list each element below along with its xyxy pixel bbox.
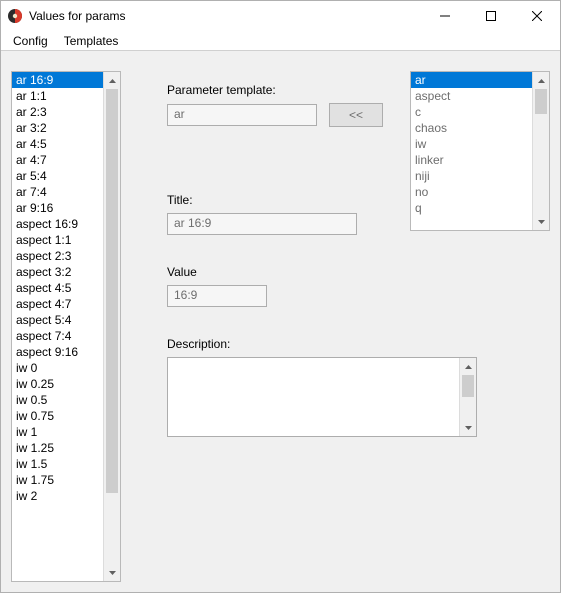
move-left-button[interactable]: << <box>329 103 383 127</box>
menubar: Config Templates <box>1 31 560 51</box>
list-item[interactable]: q <box>411 200 532 216</box>
list-item[interactable]: ar 16:9 <box>12 72 103 88</box>
list-item[interactable]: ar 1:1 <box>12 88 103 104</box>
scroll-up-icon[interactable] <box>533 72 549 89</box>
list-item[interactable]: aspect 9:16 <box>12 344 103 360</box>
minimize-button[interactable] <box>422 1 468 31</box>
list-item[interactable]: ar 3:2 <box>12 120 103 136</box>
window-title: Values for params <box>29 9 422 23</box>
list-item[interactable]: ar 2:3 <box>12 104 103 120</box>
list-item[interactable]: iw 0 <box>12 360 103 376</box>
maximize-button[interactable] <box>468 1 514 31</box>
list-item[interactable]: ar 9:16 <box>12 200 103 216</box>
list-item[interactable]: iw 1 <box>12 424 103 440</box>
list-item[interactable]: aspect 2:3 <box>12 248 103 264</box>
description-scrollbar[interactable] <box>459 358 476 436</box>
scroll-down-icon[interactable] <box>460 419 476 436</box>
list-item[interactable]: iw 2 <box>12 488 103 504</box>
list-item[interactable]: chaos <box>411 120 532 136</box>
list-item[interactable]: ar <box>411 72 532 88</box>
description-label: Description: <box>167 337 550 351</box>
value-input[interactable]: 16:9 <box>167 285 267 307</box>
list-item[interactable]: ar 4:5 <box>12 136 103 152</box>
scroll-track[interactable] <box>533 89 549 213</box>
list-item[interactable]: iw 0.25 <box>12 376 103 392</box>
template-listbox[interactable]: araspectcchaosiwlinkernijinoq <box>410 71 550 231</box>
list-item[interactable]: linker <box>411 152 532 168</box>
list-item[interactable]: aspect 16:9 <box>12 216 103 232</box>
window-buttons <box>422 1 560 31</box>
app-icon <box>7 8 23 24</box>
form-area: araspectcchaosiwlinkernijinoq Parameter … <box>137 71 550 582</box>
menu-config[interactable]: Config <box>7 32 54 50</box>
client-area: ar 16:9ar 1:1ar 2:3ar 3:2ar 4:5ar 4:7ar … <box>1 51 560 592</box>
list-item[interactable]: ar 5:4 <box>12 168 103 184</box>
list-item[interactable]: aspect 7:4 <box>12 328 103 344</box>
list-item[interactable]: iw 1.25 <box>12 440 103 456</box>
left-listbox[interactable]: ar 16:9ar 1:1ar 2:3ar 3:2ar 4:5ar 4:7ar … <box>11 71 121 582</box>
value-label: Value <box>167 265 550 279</box>
param-template-input[interactable]: ar <box>167 104 317 126</box>
description-textarea[interactable] <box>167 357 477 437</box>
left-scrollbar[interactable] <box>103 72 120 581</box>
title-input[interactable]: ar 16:9 <box>167 213 357 235</box>
list-item[interactable]: aspect 3:2 <box>12 264 103 280</box>
list-item[interactable]: iw <box>411 136 532 152</box>
scroll-thumb[interactable] <box>462 375 474 397</box>
scroll-track[interactable] <box>104 89 120 564</box>
template-scrollbar[interactable] <box>532 72 549 230</box>
list-item[interactable]: no <box>411 184 532 200</box>
app-window: Values for params Config Templates ar 16… <box>0 0 561 593</box>
list-item[interactable]: niji <box>411 168 532 184</box>
list-item[interactable]: aspect 4:7 <box>12 296 103 312</box>
list-item[interactable]: c <box>411 104 532 120</box>
list-item[interactable]: iw 1.75 <box>12 472 103 488</box>
list-item[interactable]: aspect 1:1 <box>12 232 103 248</box>
list-item[interactable]: iw 0.5 <box>12 392 103 408</box>
description-content <box>168 358 459 436</box>
list-item[interactable]: aspect <box>411 88 532 104</box>
menu-templates[interactable]: Templates <box>58 32 125 50</box>
list-item[interactable]: aspect 4:5 <box>12 280 103 296</box>
scroll-thumb[interactable] <box>106 89 118 493</box>
list-item[interactable]: aspect 5:4 <box>12 312 103 328</box>
scroll-thumb[interactable] <box>535 89 547 114</box>
list-item[interactable]: iw 1.5 <box>12 456 103 472</box>
close-button[interactable] <box>514 1 560 31</box>
scroll-down-icon[interactable] <box>533 213 549 230</box>
list-item[interactable]: ar 7:4 <box>12 184 103 200</box>
list-item[interactable]: iw 0.75 <box>12 408 103 424</box>
scroll-track[interactable] <box>460 375 476 419</box>
scroll-up-icon[interactable] <box>104 72 120 89</box>
titlebar: Values for params <box>1 1 560 31</box>
scroll-up-icon[interactable] <box>460 358 476 375</box>
list-item[interactable]: ar 4:7 <box>12 152 103 168</box>
scroll-down-icon[interactable] <box>104 564 120 581</box>
